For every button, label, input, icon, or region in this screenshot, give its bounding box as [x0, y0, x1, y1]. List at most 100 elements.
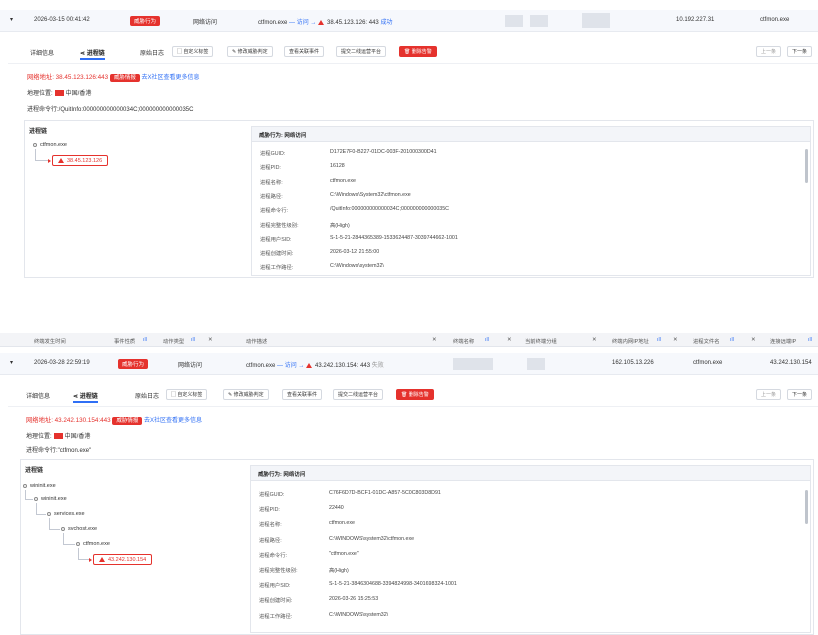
- detail-key: 进程名称:: [259, 522, 282, 529]
- tab-detail[interactable]: 详细信息: [30, 48, 54, 57]
- chain-node[interactable]: svchost.exe: [61, 526, 97, 532]
- geo-info: 地理位置: 中国/香港: [26, 431, 90, 440]
- expand-chevron-icon[interactable]: ▾: [10, 16, 13, 23]
- detail-row: 进程名称: ctfmon.exe: [260, 178, 780, 186]
- col-group[interactable]: 当前终端分组: [525, 337, 557, 345]
- delete-alert-button[interactable]: 🗑 删除告警: [399, 46, 437, 57]
- close-icon[interactable]: ✕: [507, 337, 511, 343]
- geo-info: 地理位置: 中国/香港: [27, 88, 91, 97]
- node-label: svchost.exe: [68, 526, 98, 532]
- chain-node[interactable]: wininit.exe: [23, 483, 56, 489]
- custom-tag-label: 自定义标签: [177, 392, 203, 398]
- tab-raw-log[interactable]: 原始日志: [140, 48, 164, 57]
- arrow-icon: [48, 159, 51, 163]
- detail-value: /QuitInfo:000000000000034C;0000000000000…: [330, 206, 449, 213]
- detail-value: "ctfmon.exe": [329, 550, 359, 557]
- expand-chevron-icon[interactable]: ▾: [10, 359, 13, 366]
- divider: [8, 63, 818, 64]
- event-row[interactable]: ▾ 2026-03-15 00:41:42 威胁行为 网络访问 ctfmon.e…: [0, 10, 818, 32]
- detail-value: 2026-03-26 15:25:53: [329, 596, 379, 603]
- next-button[interactable]: 下一条: [787, 46, 813, 57]
- event-row[interactable]: ▾ 2026-03-28 22:59:19 威胁行为 网络访问 ctfmon.e…: [0, 353, 818, 375]
- detail-value: C:\Windows\system32\: [330, 263, 384, 270]
- filter-icon[interactable]: ıll: [191, 337, 195, 343]
- col-time[interactable]: 终端发生时间: [34, 337, 66, 345]
- col-action-type[interactable]: 动作类型: [163, 337, 184, 345]
- close-icon[interactable]: ✕: [673, 337, 677, 343]
- node-dot-icon: [33, 142, 37, 147]
- detail-row: 进程用户SID: S-1-5-21-3846304688-3394824998-3…: [259, 581, 779, 589]
- tab-process-chain[interactable]: ⋖ 进程链: [80, 48, 105, 60]
- cmd-info: 进程命令行:/QuitInfo:000000000000034C;0000000…: [27, 104, 193, 113]
- chain-title: 进程链: [29, 129, 48, 135]
- node-dot-icon: [23, 483, 27, 488]
- intel-link[interactable]: 去X社区查看更多信息: [142, 75, 200, 81]
- panel-1: ▾ 2026-03-15 00:41:42 威胁行为 网络访问 ctfmon.e…: [0, 0, 818, 300]
- col-remote-ip[interactable]: 连接远端IP: [770, 337, 796, 345]
- custom-tag-button[interactable]: ▢ 自定义标签: [166, 389, 208, 400]
- process-filename: ctfmon.exe: [693, 360, 723, 366]
- access-arrow: — 访问 →: [277, 363, 305, 369]
- filter-icon[interactable]: ıll: [808, 337, 812, 343]
- chain-node[interactable]: ctfmon.exe: [76, 541, 110, 547]
- filter-icon[interactable]: ıll: [657, 337, 661, 343]
- intel-link[interactable]: 去X社区查看更多信息: [144, 418, 202, 424]
- close-icon[interactable]: ✕: [432, 337, 436, 343]
- scrollbar[interactable]: [805, 149, 808, 183]
- remote-ip: 38.45.123.126: [327, 20, 366, 26]
- cmd-label: 进程命令行:: [27, 107, 59, 113]
- node-label: services.exe: [54, 511, 85, 517]
- detail-key: 进程PID:: [259, 507, 280, 514]
- detail-row: 进程创建时间: 2026-03-12 21:55:00: [260, 249, 780, 257]
- detail-value: D172E7F0-B227-01DC-003F-201000300D41: [330, 149, 437, 155]
- custom-tag-label: 自定义标签: [183, 49, 209, 55]
- chain-node[interactable]: ctfmon.exe: [33, 142, 67, 148]
- detail-key: 进程名称:: [260, 179, 283, 186]
- redacted-block: [453, 358, 493, 370]
- next-button[interactable]: 下一条: [787, 389, 813, 400]
- tab-detail[interactable]: 详细信息: [26, 391, 50, 400]
- custom-tag-button[interactable]: ▢ 自定义标签: [172, 46, 214, 57]
- chain-node[interactable]: services.exe: [47, 511, 85, 517]
- close-icon[interactable]: ✕: [208, 337, 212, 343]
- submit-platform-button[interactable]: 提交二线运营平台: [336, 46, 387, 57]
- filter-icon[interactable]: ıll: [730, 337, 734, 343]
- ip-node[interactable]: 38.45.123.126: [52, 155, 109, 166]
- col-intranet-ip[interactable]: 终端内网IP地址: [612, 337, 649, 345]
- node-label: ctfmon.exe: [40, 142, 67, 148]
- col-action-desc[interactable]: 动作描述: [246, 337, 267, 345]
- filter-icon[interactable]: ıll: [485, 337, 489, 343]
- close-icon[interactable]: ✕: [751, 337, 755, 343]
- detail-key: 进程创建时间:: [259, 598, 293, 605]
- scrollbar[interactable]: [805, 490, 808, 524]
- col-filename[interactable]: 进程文件名: [693, 337, 720, 345]
- chain-title: 进程链: [25, 468, 44, 474]
- chain-connector: [35, 149, 49, 161]
- submit-platform-button[interactable]: 提交二线运营平台: [333, 389, 384, 400]
- modify-verdict-button[interactable]: ✎ 修改威胁判定: [227, 46, 273, 57]
- node-dot-icon: [76, 541, 80, 546]
- warning-icon: [306, 363, 313, 368]
- close-icon[interactable]: ✕: [592, 337, 596, 343]
- detail-row: 进程名称: ctfmon.exe: [259, 520, 779, 528]
- tab-raw-log[interactable]: 原始日志: [135, 391, 159, 400]
- prev-button[interactable]: 上一条: [756, 389, 782, 400]
- col-nature[interactable]: 事件性质: [114, 337, 135, 345]
- remote-port: : 443: [365, 20, 379, 26]
- prev-button[interactable]: 上一条: [756, 46, 782, 57]
- chain-node[interactable]: wininit.exe: [34, 496, 67, 502]
- detail-value: C76F6D7D-BCF1-01DC-A857-5C0C803D8D91: [329, 490, 441, 496]
- related-events-button[interactable]: 查看关联事件: [282, 389, 323, 400]
- modify-verdict-button[interactable]: ✎ 修改威胁判定: [223, 389, 269, 400]
- col-endpoint-name[interactable]: 终端名称: [453, 337, 474, 345]
- filter-icon[interactable]: ıll: [143, 337, 147, 343]
- event-type: 网络访问: [193, 20, 218, 26]
- ip-node[interactable]: 43.242.130.154: [93, 554, 153, 565]
- divider: [8, 406, 818, 407]
- delete-alert-button[interactable]: 🗑 删除告警: [396, 389, 434, 400]
- modify-label: 修改威胁判定: [237, 49, 268, 55]
- delete-label: 删除告警: [408, 392, 429, 398]
- tab-process-chain[interactable]: ⋖ 进程链: [73, 391, 98, 403]
- node-dot-icon: [34, 496, 38, 501]
- related-events-button[interactable]: 查看关联事件: [284, 46, 325, 57]
